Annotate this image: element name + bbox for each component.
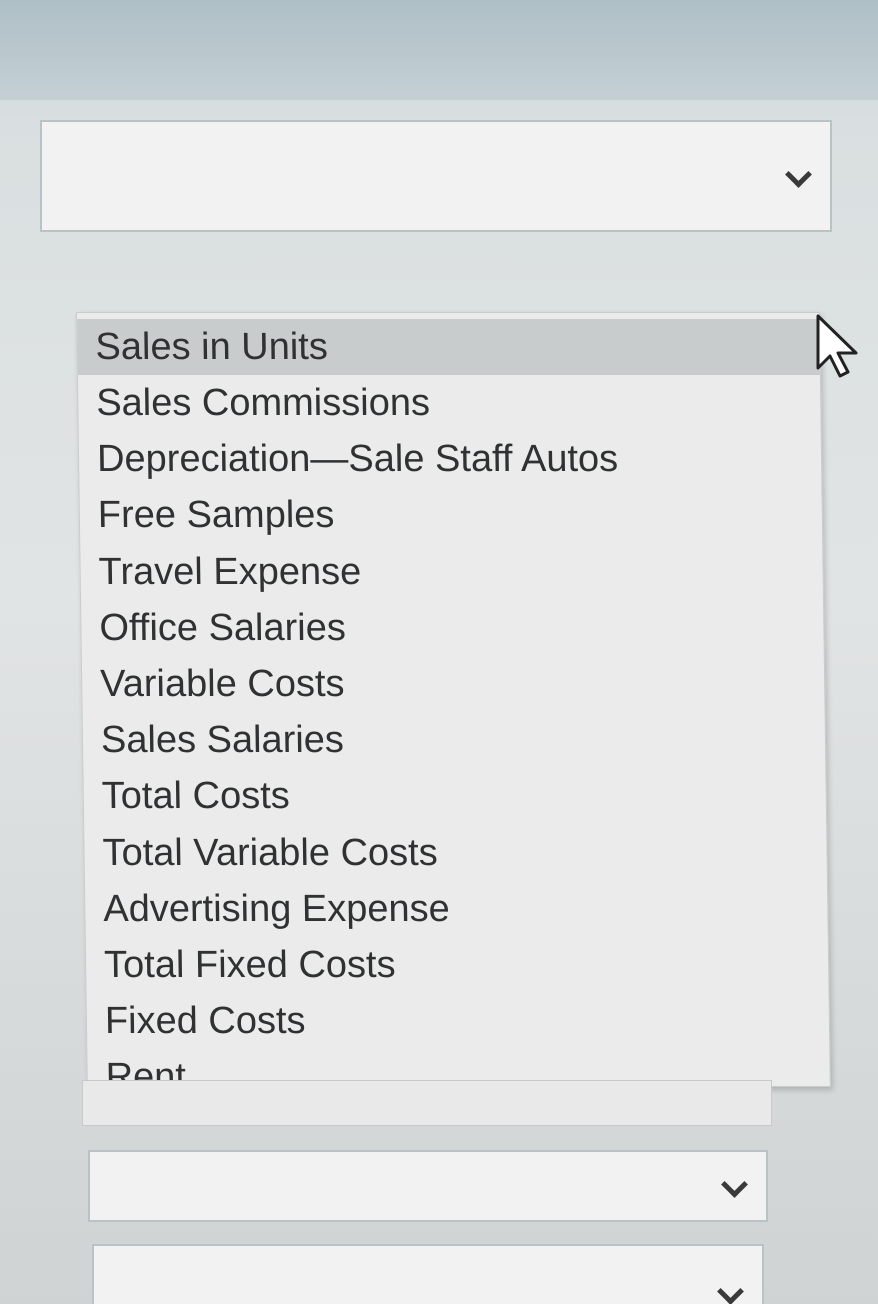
option-sales-in-units[interactable]: Sales in Units <box>77 319 820 375</box>
option-advertising-expense[interactable]: Advertising Expense <box>85 881 828 937</box>
account-select-open[interactable] <box>40 120 832 232</box>
dropdown-options-list[interactable]: Sales in Units Sales Commissions Depreci… <box>76 312 831 1098</box>
option-depreciation-sale-staff-autos[interactable]: Depreciation—Sale Staff Autos <box>79 431 822 487</box>
account-select-2[interactable] <box>88 1150 768 1222</box>
account-select-3[interactable] <box>92 1244 764 1304</box>
chevron-down-icon[interactable] <box>721 1171 748 1198</box>
hidden-select-behind-list[interactable] <box>82 1080 772 1126</box>
option-total-fixed-costs[interactable]: Total Fixed Costs <box>86 937 829 993</box>
option-total-variable-costs[interactable]: Total Variable Costs <box>84 825 827 881</box>
option-fixed-costs[interactable]: Fixed Costs <box>87 993 830 1049</box>
option-sales-salaries[interactable]: Sales Salaries <box>83 712 826 768</box>
chevron-down-icon[interactable] <box>717 1278 744 1304</box>
option-free-samples[interactable]: Free Samples <box>79 487 822 543</box>
chevron-down-icon[interactable] <box>785 161 812 188</box>
page: Sales in Units Sales Commissions Depreci… <box>0 0 878 1304</box>
option-office-salaries[interactable]: Office Salaries <box>81 600 824 656</box>
option-travel-expense[interactable]: Travel Expense <box>80 544 823 600</box>
option-total-costs[interactable]: Total Costs <box>83 768 826 824</box>
option-sales-commissions[interactable]: Sales Commissions <box>78 375 821 431</box>
mouse-pointer-icon <box>816 314 858 378</box>
option-variable-costs[interactable]: Variable Costs <box>82 656 825 712</box>
top-background <box>0 0 878 100</box>
